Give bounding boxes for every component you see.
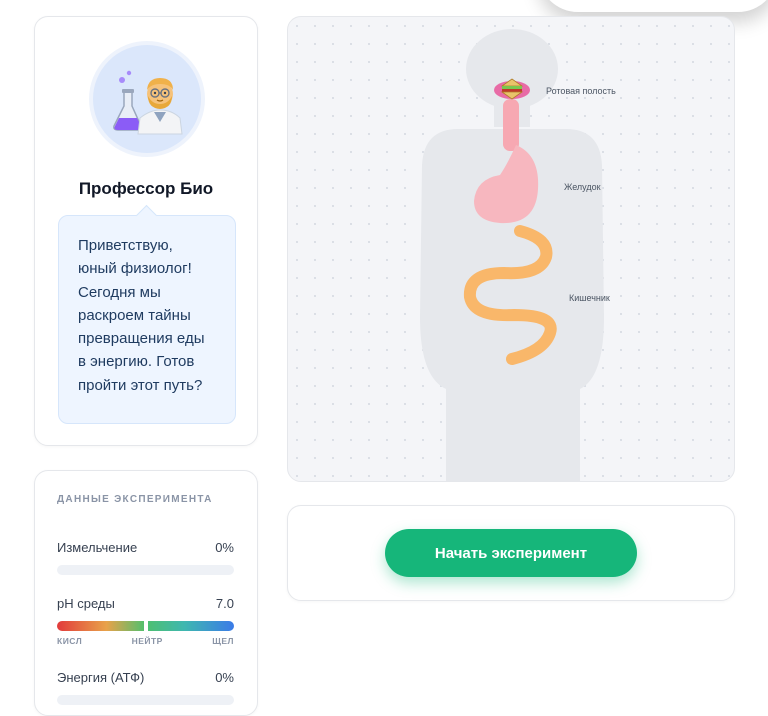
ph-scale-labels: КИСЛ НЕЙТР ЩЕЛ: [57, 636, 234, 646]
grinding-label: Измельчение: [57, 540, 138, 555]
professor-card: Профессор Био Приветствую, юный физиолог…: [34, 16, 258, 446]
energy-row: Энергия (АТФ) 0%: [57, 670, 234, 685]
ph-row: pH среды 7.0: [57, 596, 234, 611]
professor-avatar: [89, 41, 205, 157]
speech-line: пройти этот путь?: [78, 376, 203, 394]
organ-label-mouth: Ротовая полость: [546, 86, 616, 96]
speech-line: превращения еды: [78, 330, 205, 348]
floating-panel-edge: [538, 0, 768, 12]
speech-bubble: Приветствую, юный физиолог! Сегодня мы р…: [58, 215, 236, 424]
energy-progress-bar: [57, 695, 234, 705]
grinding-value: 0%: [215, 540, 234, 555]
energy-label: Энергия (АТФ): [57, 670, 145, 685]
speech-line: Приветствую,: [78, 237, 173, 254]
ph-value: 7.0: [215, 596, 234, 611]
ph-scale-bar: [57, 620, 234, 632]
speech-line: Сегодня мы: [78, 283, 161, 301]
speech-line: юный физиолог!: [78, 260, 192, 278]
ph-alkaline-label: ЩЕЛ: [212, 636, 234, 646]
action-card: Начать эксперимент: [287, 505, 735, 601]
ph-acid-label: КИСЛ: [57, 636, 83, 646]
speech-line: раскроем тайны: [78, 306, 191, 324]
organ-label-intestine: Кишечник: [569, 293, 610, 303]
organ-label-stomach: Желудок: [564, 182, 601, 192]
grinding-row: Измельчение 0%: [57, 540, 234, 555]
body-map-canvas: Ротовая полость Желудок Кишечник: [287, 16, 735, 482]
energy-value: 0%: [215, 670, 234, 685]
esophagus: [503, 99, 519, 151]
ph-marker: [143, 620, 148, 632]
start-experiment-button[interactable]: Начать эксперимент: [385, 529, 637, 577]
professor-name: Профессор Био: [78, 179, 214, 198]
grinding-progress-bar: [57, 565, 234, 575]
ph-neutral-label: НЕЙТР: [131, 636, 163, 646]
experiment-data-title: ДАННЫЕ ЭКСПЕРИМЕНТА: [57, 494, 213, 505]
human-body-silhouette: [420, 29, 604, 481]
scientist-icon: [113, 70, 183, 135]
ph-label: pH среды: [57, 596, 115, 611]
speech-line: в энергию. Готов: [78, 353, 195, 371]
